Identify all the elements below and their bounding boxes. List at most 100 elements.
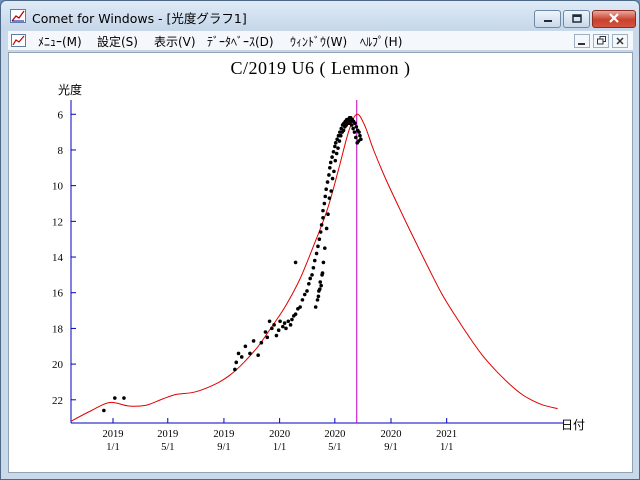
observation-point: [321, 215, 325, 220]
observation-point: [356, 139, 361, 143]
x-tick-date-label: 5/1: [328, 442, 341, 453]
menu-view[interactable]: 表示(V): [152, 33, 198, 50]
observation-point: [284, 326, 288, 331]
document-graph-icon[interactable]: [11, 34, 26, 47]
x-tick-date-label: 1/1: [440, 442, 453, 453]
minimize-icon: [543, 12, 553, 26]
child-minimize-button[interactable]: [574, 34, 590, 48]
observation-point: [349, 123, 354, 127]
window-title: Comet for Windows - [光度グラフ1]: [32, 11, 247, 26]
minimize-button[interactable]: [534, 10, 561, 28]
observation-point: [312, 258, 317, 263]
restore-icon: [596, 34, 606, 48]
observation-point: [333, 141, 338, 145]
observation-point: [236, 351, 241, 356]
observation-point: [358, 133, 362, 138]
observation-point: [327, 173, 331, 177]
observation-point: [323, 194, 328, 199]
observation-point: [318, 230, 323, 234]
observation-point: [267, 319, 272, 324]
observation-point: [265, 335, 270, 340]
graph-window-client: C/2019 U6 ( Lemmon ) 光度 日付 6 8 10 12 14 16 18 2…: [8, 52, 633, 473]
observation-point: [282, 321, 287, 325]
menu-help[interactable]: ﾍﾙﾌﾟ(H): [358, 33, 404, 50]
observation-point: [298, 305, 302, 309]
y-tick-label: 10: [52, 181, 64, 193]
y-tick-label: 12: [52, 216, 63, 228]
observation-point: [341, 128, 346, 133]
menu-settings[interactable]: 設定(S): [95, 33, 140, 50]
y-tick-label: 18: [52, 323, 64, 335]
observation-point: [321, 260, 326, 265]
x-tick-year-label: 2019: [157, 429, 178, 440]
observation-point: [281, 324, 285, 329]
x-tick-date-label: 9/1: [217, 442, 230, 453]
observation-point: [337, 139, 342, 143]
graph-icon[interactable]: [10, 9, 26, 23]
observation-point: [319, 223, 324, 227]
maximize-icon: [571, 12, 582, 26]
observation-point: [122, 396, 126, 400]
observation-point: [263, 330, 268, 334]
observation-point: [313, 305, 318, 309]
x-tick-year-label: 2019: [102, 429, 123, 440]
observation-point: [330, 155, 334, 159]
observation-point: [329, 189, 333, 193]
menu-menu[interactable]: ﾒﾆｭｰ(M): [36, 33, 84, 50]
y-tick-label: 6: [58, 109, 64, 121]
child-close-button[interactable]: [612, 34, 628, 48]
observation-point: [327, 196, 332, 200]
x-tick-date-label: 1/1: [106, 442, 119, 453]
y-tick-label: 20: [52, 359, 64, 371]
observation-point: [251, 339, 256, 343]
minimize-icon: [578, 34, 586, 48]
observation-point: [300, 298, 305, 302]
observation-point: [308, 276, 312, 281]
observation-point: [314, 251, 319, 256]
menu-window[interactable]: ｳｨﾝﾄﾞｳ(W): [288, 33, 349, 50]
observation-point: [307, 282, 311, 286]
observation-point: [326, 212, 330, 217]
observation-point: [233, 367, 237, 372]
observation-point: [310, 273, 314, 277]
observation-point: [316, 244, 320, 249]
observation-point: [319, 283, 323, 288]
y-tick-label: 22: [52, 395, 63, 407]
light-curve-chart: 6 8 10 12 14 16 18 20 22 2019 1/1 2019 5/1 2019 9/1 202…: [52, 100, 564, 453]
child-restore-button[interactable]: [593, 34, 609, 48]
observation-point: [239, 355, 244, 359]
observation-point: [325, 180, 330, 184]
observation-point: [316, 294, 321, 299]
observation-point: [288, 323, 293, 327]
menu-bar: ﾒﾆｭｰ(M) 設定(S) 表示(V) ﾃﾞｰﾀﾍﾞｰｽ(D) ｳｨﾝﾄﾞｳ(W…: [8, 31, 633, 51]
observation-point: [323, 246, 327, 250]
observation-point: [352, 130, 357, 134]
x-tick-year-label: 2019: [213, 429, 234, 440]
x-tick-year-label: 2021: [436, 429, 457, 440]
observation-point: [305, 289, 309, 293]
x-tick-date-label: 5/1: [161, 442, 174, 453]
close-button[interactable]: [592, 10, 636, 28]
title-bar[interactable]: Comet for Windows - [光度グラフ1]: [1, 1, 639, 30]
observation-point: [330, 176, 335, 181]
observation-point: [102, 408, 106, 413]
x-tick-year-label: 2020: [269, 429, 290, 440]
observation-point: [353, 121, 357, 125]
observation-point: [357, 130, 361, 134]
maximize-button[interactable]: [563, 10, 590, 28]
menu-database[interactable]: ﾃﾞｰﾀﾍﾞｰｽ(D): [205, 33, 276, 50]
observation-point: [328, 166, 332, 170]
observation-point: [259, 340, 264, 345]
observation-point: [256, 353, 260, 357]
observation-point: [248, 351, 252, 356]
observation-point: [354, 135, 358, 140]
observation-point: [278, 319, 282, 324]
observation-point: [318, 280, 323, 284]
observation-point: [290, 317, 294, 322]
x-tick-date-label: 9/1: [384, 442, 397, 453]
x-tick-year-label: 2020: [380, 429, 401, 440]
observation-point: [113, 396, 117, 400]
observation-point: [333, 144, 337, 149]
observation-point: [270, 326, 274, 331]
observation-point: [272, 323, 276, 327]
